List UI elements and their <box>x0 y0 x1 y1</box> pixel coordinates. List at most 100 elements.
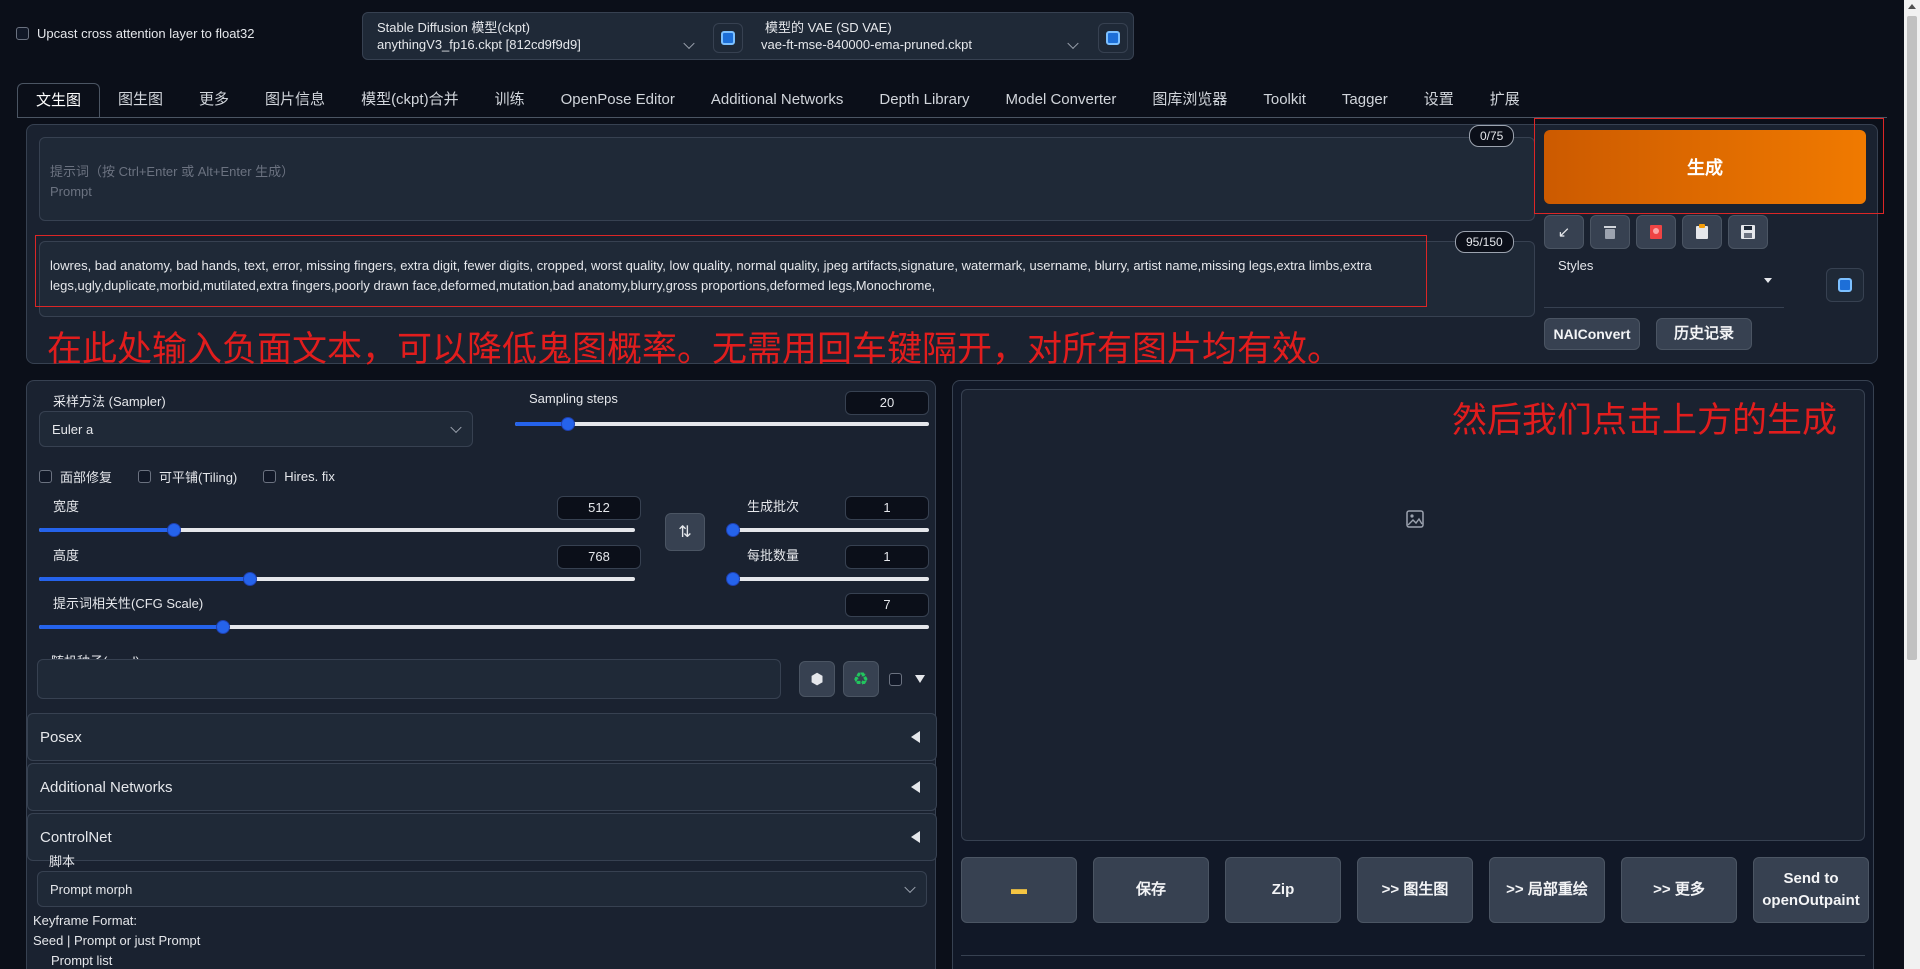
batch-count-input[interactable]: 1 <box>845 496 929 520</box>
naiconvert-button[interactable]: NAIConvert <box>1544 318 1640 350</box>
tab-openpose-editor[interactable]: OpenPose Editor <box>543 83 693 117</box>
tab-png-info[interactable]: 图片信息 <box>247 83 343 117</box>
generate-button[interactable]: 生成 <box>1544 130 1866 204</box>
hires-fix-option[interactable]: Hires. fix <box>263 469 335 484</box>
batch-count-slider[interactable] <box>726 523 929 537</box>
save-style-button[interactable] <box>1728 215 1768 249</box>
output-panel: ▬ 保存 Zip >> 图生图 >> 局部重绘 >> 更多 Send to op… <box>952 380 1874 969</box>
show-extra-networks-button[interactable] <box>1636 215 1676 249</box>
reuse-seed-button[interactable]: ♻ <box>843 661 879 697</box>
posex-accordion[interactable]: Posex <box>27 713 937 761</box>
batch-size-slider[interactable] <box>726 572 929 586</box>
controlnet-accordion[interactable]: ControlNet <box>27 813 937 861</box>
floppy-disk-icon <box>1741 225 1755 239</box>
send-to-img2img-button[interactable]: >> 图生图 <box>1357 857 1473 923</box>
prompt-input[interactable]: 提示词（按 Ctrl+Enter 或 Alt+Enter 生成） Prompt <box>39 137 1535 221</box>
tab-extensions[interactable]: 扩展 <box>1472 83 1538 117</box>
folder-icon: ▬ <box>1011 881 1027 898</box>
upcast-option[interactable]: Upcast cross attention layer to float32 <box>16 26 255 41</box>
styles-select[interactable]: Styles <box>1544 258 1784 308</box>
send-to-extras-button[interactable]: >> 更多 <box>1621 857 1737 923</box>
tab-toolkit[interactable]: Toolkit <box>1245 83 1324 117</box>
scrollbar-thumb[interactable] <box>1907 16 1917 660</box>
output-gallery[interactable] <box>961 389 1865 841</box>
batch-count-label: 生成批次 <box>747 499 800 514</box>
tab-depth-library[interactable]: Depth Library <box>861 83 987 117</box>
height-slider[interactable] <box>39 572 635 586</box>
batch-size-label: 每批数量 <box>747 548 800 563</box>
page-scrollbar[interactable] <box>1904 0 1920 969</box>
restore-faces-option[interactable]: 面部修复 <box>39 467 112 486</box>
prompt-token-counter: 0/75 <box>1469 125 1515 147</box>
width-slider-knob[interactable] <box>166 523 181 537</box>
ckpt-refresh-button[interactable] <box>713 23 743 53</box>
swap-dimensions-button[interactable]: ⇅ <box>665 513 705 551</box>
tab-settings[interactable]: 设置 <box>1406 83 1472 117</box>
scroll-up-arrow[interactable] <box>1908 4 1916 9</box>
batch-count-slider-knob[interactable] <box>726 523 740 537</box>
extra-seed-checkbox[interactable] <box>889 673 902 686</box>
tiling-checkbox[interactable] <box>138 470 152 483</box>
tab-img2img[interactable]: 图生图 <box>100 83 181 117</box>
width-input[interactable]: 512 <box>557 496 641 520</box>
caret-down-icon <box>1764 278 1772 283</box>
script-select[interactable]: Prompt morph <box>37 871 927 907</box>
batch-size-slider-knob[interactable] <box>726 572 740 586</box>
sampler-select[interactable]: Euler a <box>39 411 473 447</box>
width-slider[interactable] <box>39 523 635 537</box>
collapse-triangle-icon <box>911 781 920 793</box>
zip-button[interactable]: Zip <box>1225 857 1341 923</box>
cfg-input[interactable]: 7 <box>845 593 929 617</box>
tab-extras[interactable]: 更多 <box>181 83 247 117</box>
vae-select[interactable]: vae-ft-mse-840000-ema-pruned.ckpt <box>755 33 1089 57</box>
send-to-inpaint-button[interactable]: >> 局部重绘 <box>1489 857 1605 923</box>
height-input[interactable]: 768 <box>557 545 641 569</box>
vae-refresh-button[interactable] <box>1098 23 1128 53</box>
tab-additional-networks[interactable]: Additional Networks <box>693 83 862 117</box>
styles-refresh-button[interactable] <box>1826 268 1864 302</box>
clear-prompt-button[interactable] <box>1590 215 1630 249</box>
read-params-button[interactable]: ↙ <box>1544 215 1584 249</box>
steps-slider-knob[interactable] <box>560 417 575 431</box>
steps-input[interactable]: 20 <box>845 391 929 415</box>
ckpt-select[interactable]: anythingV3_fp16.ckpt [812cd9f9d9] <box>371 33 705 57</box>
random-seed-button[interactable]: ⬢ <box>799 661 835 697</box>
tab-model-converter[interactable]: Model Converter <box>987 83 1134 117</box>
apply-style-button[interactable] <box>1682 215 1722 249</box>
refresh-icon <box>1106 31 1120 45</box>
additional-networks-accordion[interactable]: Additional Networks <box>27 763 937 811</box>
open-folder-button[interactable]: ▬ <box>961 857 1077 923</box>
recycle-icon: ♻ <box>852 668 870 689</box>
prompt-list-label: Prompt list <box>51 953 113 968</box>
upcast-checkbox[interactable] <box>16 27 29 40</box>
cfg-slider-knob[interactable] <box>216 620 231 634</box>
seed-input[interactable] <box>37 659 781 699</box>
send-to-openoutpaint-button[interactable]: Send to openOutpaint <box>1753 857 1869 923</box>
trash-icon <box>1604 226 1616 239</box>
tab-train[interactable]: 训练 <box>477 83 543 117</box>
tiling-option[interactable]: 可平铺(Tiling) <box>138 467 237 486</box>
swap-arrows-icon: ⇅ <box>678 524 692 541</box>
save-button[interactable]: 保存 <box>1093 857 1209 923</box>
steps-slider[interactable] <box>515 417 929 431</box>
tab-txt2img[interactable]: 文生图 <box>17 83 101 117</box>
tab-image-browser[interactable]: 图库浏览器 <box>1134 83 1245 117</box>
restore-faces-checkbox[interactable] <box>39 470 52 483</box>
prompt-tools: ↙ <box>1544 215 1768 249</box>
tab-tagger[interactable]: Tagger <box>1324 83 1406 117</box>
sampler-label: 采样方法 (Sampler) <box>53 394 166 409</box>
generate-hint-annotation: 然后我们点击上方的生成 <box>1452 401 1838 441</box>
keyframe-syntax-text: Seed | Prompt or just Prompt <box>33 933 201 948</box>
top-settings-bar: Upcast cross attention layer to float32 … <box>0 0 1920 66</box>
tab-checkpoint-merger[interactable]: 模型(ckpt)合并 <box>343 83 477 117</box>
batch-size-input[interactable]: 1 <box>845 545 929 569</box>
history-button[interactable]: 历史记录 <box>1656 318 1752 350</box>
collapse-triangle-icon <box>911 831 920 843</box>
cfg-slider[interactable] <box>39 620 929 634</box>
height-slider-knob[interactable] <box>243 572 258 586</box>
hires-fix-checkbox[interactable] <box>263 470 277 483</box>
params-panel: 采样方法 (Sampler) Euler a Sampling steps 20… <box>26 380 937 969</box>
clipboard-icon <box>1696 224 1708 239</box>
extra-seed-caret-icon[interactable] <box>915 675 925 683</box>
steps-label: Sampling steps <box>529 391 618 406</box>
